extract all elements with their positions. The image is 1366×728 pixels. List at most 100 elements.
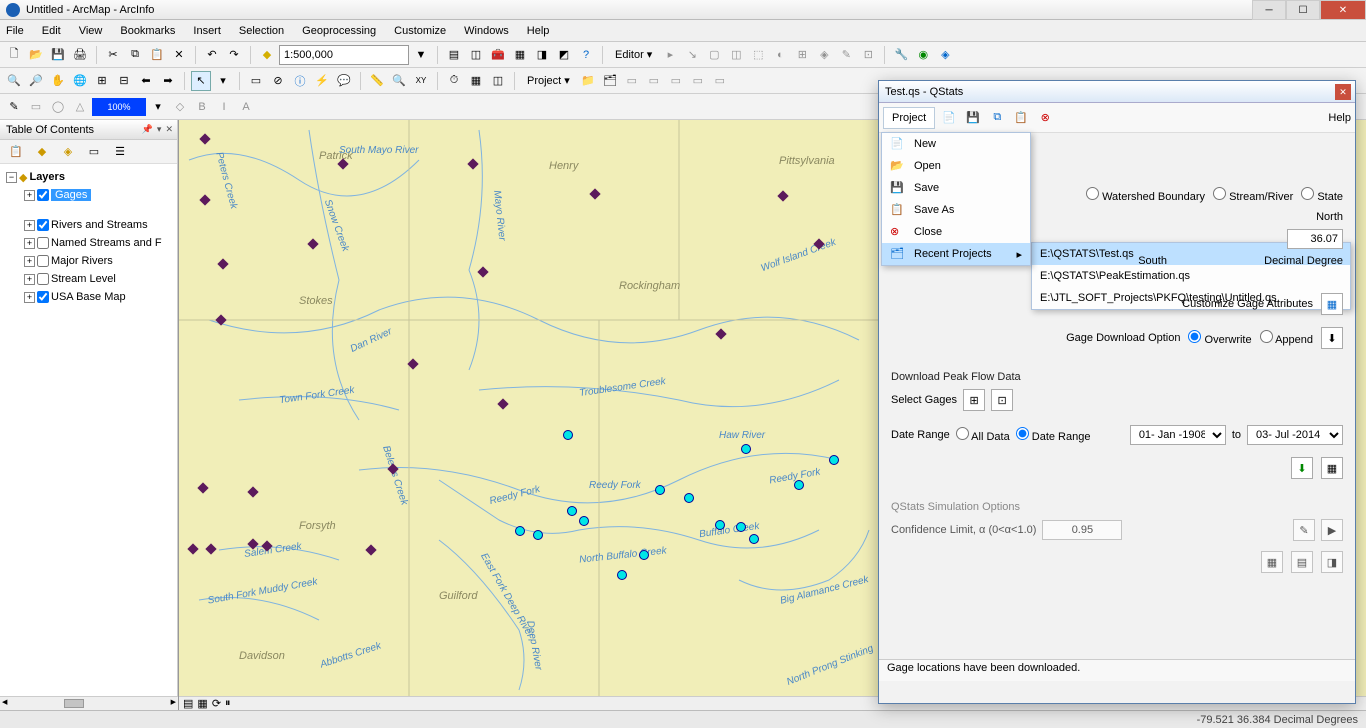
download-button[interactable]: ⬇ [1291, 457, 1313, 479]
full-extent-icon[interactable]: 🌐 [70, 71, 90, 91]
editor-tool-icon[interactable]: ⊡ [858, 45, 878, 65]
menu-geoprocessing[interactable]: Geoprocessing [302, 25, 376, 37]
dropdown-arrow-icon[interactable]: ▾ [157, 124, 162, 135]
measure-icon[interactable]: 📏 [367, 71, 387, 91]
gage-point[interactable] [684, 493, 694, 503]
dropdown-arrow-icon[interactable]: ▾ [213, 71, 233, 91]
editor-tool-icon[interactable]: ⬚ [748, 45, 768, 65]
save-icon[interactable]: 💾 [963, 108, 983, 128]
scale-input[interactable] [279, 45, 409, 65]
editor-tool-icon[interactable]: ◫ [726, 45, 746, 65]
list-by-source-icon[interactable]: ◆ [32, 142, 52, 162]
close-file-icon[interactable]: ⊗ [1035, 108, 1055, 128]
project-menu[interactable]: Project ▾ [521, 74, 576, 87]
delete-icon[interactable]: ✕ [169, 45, 189, 65]
radio-state[interactable]: State [1301, 187, 1343, 203]
project-icon[interactable]: ▭ [710, 71, 730, 91]
layer-gages[interactable]: + Gages [2, 186, 175, 204]
date-from-select[interactable]: 01- Jan -1908 [1130, 425, 1226, 445]
layer-icon[interactable]: ◇ [170, 97, 190, 117]
layer-checkbox[interactable] [37, 273, 49, 285]
goto-xy-icon[interactable]: XY [411, 71, 431, 91]
find-icon[interactable]: 🔍 [389, 71, 409, 91]
layer-major-rivers[interactable]: + Major Rivers [2, 252, 175, 270]
other-icon[interactable]: ◯ [48, 97, 68, 117]
forward-icon[interactable]: ➡ [158, 71, 178, 91]
dropdown-arrow-icon[interactable]: ▾ [148, 97, 168, 117]
minimize-button[interactable]: ─ [1252, 0, 1286, 20]
download-option-button[interactable]: ⬇ [1321, 327, 1343, 349]
extension-icon[interactable]: ◈ [935, 45, 955, 65]
date-to-select[interactable]: 03- Jul -2014 [1247, 425, 1343, 445]
layer-stream-level[interactable]: + Stream Level [2, 270, 175, 288]
gage-point[interactable] [715, 520, 725, 530]
editor-toolbar-icon[interactable]: ▤ [444, 45, 464, 65]
gage-point[interactable] [741, 444, 751, 454]
draw-icon[interactable]: ✎ [4, 97, 24, 117]
rect-icon[interactable]: ▭ [26, 97, 46, 117]
project-icon[interactable]: ▭ [666, 71, 686, 91]
viewer-icon[interactable]: ▦ [466, 71, 486, 91]
expand-icon[interactable]: + [24, 190, 35, 201]
editor-menu[interactable]: Editor ▾ [609, 48, 658, 61]
menu-selection[interactable]: Selection [239, 25, 284, 37]
menu-file[interactable]: File [6, 25, 24, 37]
expand-icon[interactable]: + [24, 220, 35, 231]
menu-customize[interactable]: Customize [394, 25, 446, 37]
help-icon[interactable]: ? [576, 45, 596, 65]
italic-icon[interactable]: I [214, 97, 234, 117]
list-by-visibility-icon[interactable]: ◈ [58, 142, 78, 162]
gage-point[interactable] [794, 480, 804, 490]
editor-tool-icon[interactable]: ◈ [814, 45, 834, 65]
project-icon[interactable]: 📁 [578, 71, 598, 91]
list-by-drawing-icon[interactable]: 📋 [6, 142, 26, 162]
color-icon[interactable]: A [236, 97, 256, 117]
collapse-icon[interactable]: − [6, 172, 17, 183]
model-icon[interactable]: ◨ [532, 45, 552, 65]
saveas-icon[interactable]: 📋 [1011, 108, 1031, 128]
layer-named-streams[interactable]: + Named Streams and F [2, 234, 175, 252]
paste-icon[interactable]: 📋 [147, 45, 167, 65]
menu-close[interactable]: ⊗Close [882, 221, 1030, 243]
expand-icon[interactable]: + [24, 274, 35, 285]
radio-stream[interactable]: Stream/River [1213, 187, 1293, 203]
project-icon[interactable]: 🗂 [600, 71, 620, 91]
clear-selection-icon[interactable]: ⊘ [268, 71, 288, 91]
radio-all-data[interactable]: All Data [956, 427, 1010, 443]
expand-icon[interactable]: + [24, 292, 35, 303]
expand-icon[interactable]: + [24, 256, 35, 267]
menu-help[interactable]: Help [527, 25, 550, 37]
menu-save-as[interactable]: 📋Save As [882, 199, 1030, 221]
menu-view[interactable]: View [79, 25, 103, 37]
layer-checkbox[interactable] [37, 291, 49, 303]
close-button[interactable]: ✕ [1320, 0, 1366, 20]
extension-icon[interactable]: ◉ [913, 45, 933, 65]
gage-point[interactable] [563, 430, 573, 440]
close-icon[interactable]: ✕ [165, 124, 173, 135]
create-viewer-icon[interactable]: ◫ [488, 71, 508, 91]
menu-new[interactable]: 📄New [882, 133, 1030, 155]
other-icon[interactable]: △ [70, 97, 90, 117]
gage-point[interactable] [579, 516, 589, 526]
copy-icon[interactable]: ⧉ [125, 45, 145, 65]
radio-overwrite[interactable]: Overwrite [1188, 330, 1251, 346]
refresh-icon[interactable]: ⟳ [212, 697, 221, 710]
menu-open[interactable]: 📂Open [882, 155, 1030, 177]
sim-button-2[interactable]: ▶ [1321, 519, 1343, 541]
north-input[interactable] [1287, 229, 1343, 249]
redo-icon[interactable]: ↷ [224, 45, 244, 65]
gage-point[interactable] [655, 485, 665, 495]
project-icon[interactable]: ▭ [644, 71, 664, 91]
gage-point[interactable] [515, 526, 525, 536]
maximize-button[interactable]: ☐ [1286, 0, 1320, 20]
layer-rivers[interactable]: + Rivers and Streams [2, 216, 175, 234]
gage-point[interactable] [567, 506, 577, 516]
layer-checkbox[interactable] [37, 219, 49, 231]
editor-tool-icon[interactable]: ◐ [770, 45, 790, 65]
list-by-selection-icon[interactable]: ▭ [84, 142, 104, 162]
select-features-icon[interactable]: ▭ [246, 71, 266, 91]
customize-gage-button[interactable]: ▦ [1321, 293, 1343, 315]
layer-usa-base[interactable]: + USA Base Map [2, 288, 175, 306]
dropdown-arrow-icon[interactable]: ▼ [411, 45, 431, 65]
save-icon[interactable]: 💾 [48, 45, 68, 65]
